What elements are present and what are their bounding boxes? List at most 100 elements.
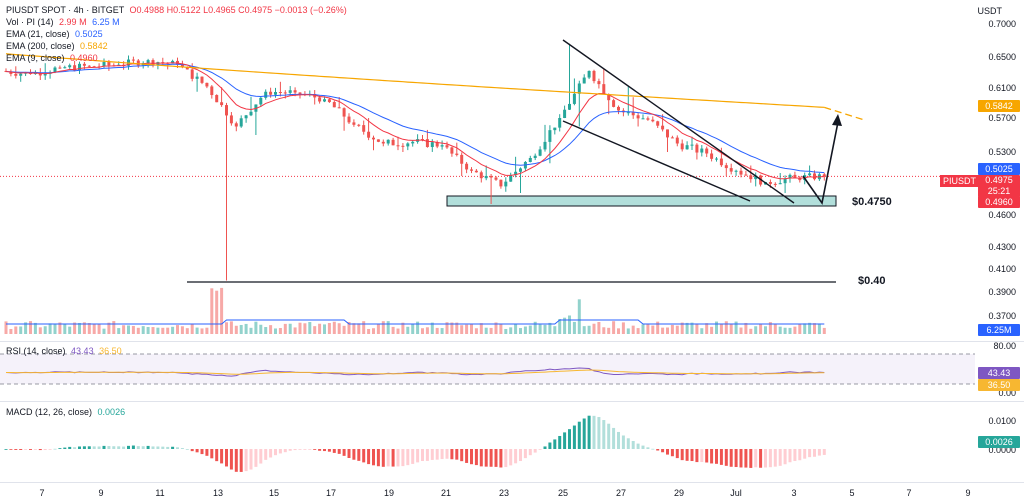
macd-histogram-bar (220, 449, 224, 464)
candle-body (391, 139, 395, 146)
macd-histogram-bar (156, 446, 160, 449)
candle-body (533, 155, 537, 158)
volume-bar (705, 323, 709, 334)
rsi-ma-tag: 36.50 (978, 379, 1020, 391)
candle-body (582, 77, 586, 84)
macd-histogram-bar (803, 449, 807, 459)
macd-histogram-bar (661, 449, 665, 453)
macd-histogram-bar (68, 446, 72, 449)
candle-body (749, 175, 753, 180)
rsi-band (0, 354, 975, 384)
candle-body (205, 82, 209, 87)
macd-histogram-bar (813, 449, 816, 457)
volume-bar (710, 326, 714, 334)
candle-body (813, 173, 816, 180)
candle-body (705, 148, 709, 154)
candle-body (734, 170, 738, 172)
candle-body (528, 158, 532, 162)
volume-bar (808, 322, 812, 334)
macd-histogram-bar (122, 446, 126, 449)
volume-bar (33, 322, 37, 334)
candle-body (822, 174, 826, 177)
macd-histogram-bar (558, 435, 562, 449)
time-axis-label: 23 (499, 488, 509, 498)
candle-body (499, 179, 503, 187)
macd-histogram-bar (808, 449, 812, 458)
volume-bar (136, 327, 140, 334)
candle-body (327, 99, 331, 103)
volume-bar (528, 325, 532, 334)
ema9-line (5, 62, 825, 180)
volume-bar (313, 326, 317, 334)
macd-histogram-bar (646, 447, 650, 449)
candle-body (724, 165, 728, 169)
volume-bar (656, 321, 660, 334)
macd-histogram-bar (4, 449, 8, 450)
volume-bar (553, 326, 557, 334)
symbol-title: PIUSDT SPOT · 4h · BITGET (6, 5, 125, 15)
candle-body (739, 170, 743, 175)
volume-bar (734, 321, 738, 334)
macd-histogram-bar (519, 449, 522, 462)
legend-rsi: RSI (14, close) 43.43 36.50 (6, 346, 122, 357)
candle-body (58, 67, 62, 69)
macd-histogram-bar (234, 449, 238, 472)
candle-body (386, 139, 390, 144)
macd-histogram-bar (357, 449, 361, 461)
volume-bar (97, 324, 101, 334)
pane-separator-macd[interactable] (0, 401, 1024, 402)
macd-histogram-bar (342, 449, 346, 456)
macd-histogram-bar (82, 446, 86, 449)
macd-histogram-bar (73, 447, 77, 449)
macd-histogram-bar (440, 449, 444, 460)
macd-histogram-bar (435, 449, 439, 460)
macd-histogram-bar (376, 449, 380, 467)
macd-histogram-bar (249, 449, 253, 470)
volume-bar (176, 325, 179, 334)
candle-body (107, 61, 111, 66)
macd-histogram-bar (690, 449, 694, 462)
volume-bar (151, 327, 155, 334)
volume-bar (357, 323, 361, 334)
volume-bar (764, 326, 767, 334)
pane-separator-rsi[interactable] (0, 341, 1024, 342)
macd-histogram-bar (146, 445, 150, 449)
macd-histogram-bar (33, 449, 37, 450)
macd-histogram-bar (318, 449, 322, 451)
volume-bar (278, 328, 282, 334)
candle-body (460, 154, 464, 164)
volume-bar (460, 325, 464, 334)
volume-bar (499, 323, 503, 334)
candle-body (602, 84, 606, 95)
ema9-label: EMA (9, close) (6, 53, 65, 63)
chart-canvas[interactable]: 0.70000.65000.61000.57000.53000.49000.46… (0, 0, 1024, 504)
volume-bar (274, 328, 277, 334)
time-axis-label: 3 (791, 488, 796, 498)
macd-histogram-bar (563, 432, 567, 449)
macd-histogram-bar (656, 449, 660, 451)
volume-bar (288, 323, 292, 334)
macd-histogram-bar (141, 446, 145, 449)
volume-bar (9, 328, 13, 334)
candle-body (509, 175, 513, 182)
candle-body (656, 121, 660, 126)
time-axis-label: 19 (384, 488, 394, 498)
macd-histogram-bar (391, 449, 395, 467)
time-axis-label: 15 (269, 488, 279, 498)
candle-body (494, 177, 498, 180)
macd-histogram-bar (43, 449, 47, 451)
candle-body (538, 149, 542, 156)
macd-histogram-bar (97, 446, 101, 449)
macd-histogram-bar (347, 449, 351, 458)
volume-bar (225, 322, 228, 334)
volume-bar (337, 323, 341, 334)
volume-bar (602, 327, 606, 334)
candle-body (225, 105, 228, 116)
time-axis-label: 17 (326, 488, 336, 498)
macd-histogram-bar (499, 449, 503, 468)
macd-histogram-bar (372, 449, 375, 466)
macd-histogram-bar (700, 449, 704, 463)
volume-bar (773, 324, 777, 334)
macd-histogram-bar (205, 449, 209, 456)
macd-histogram-bar (200, 449, 204, 455)
